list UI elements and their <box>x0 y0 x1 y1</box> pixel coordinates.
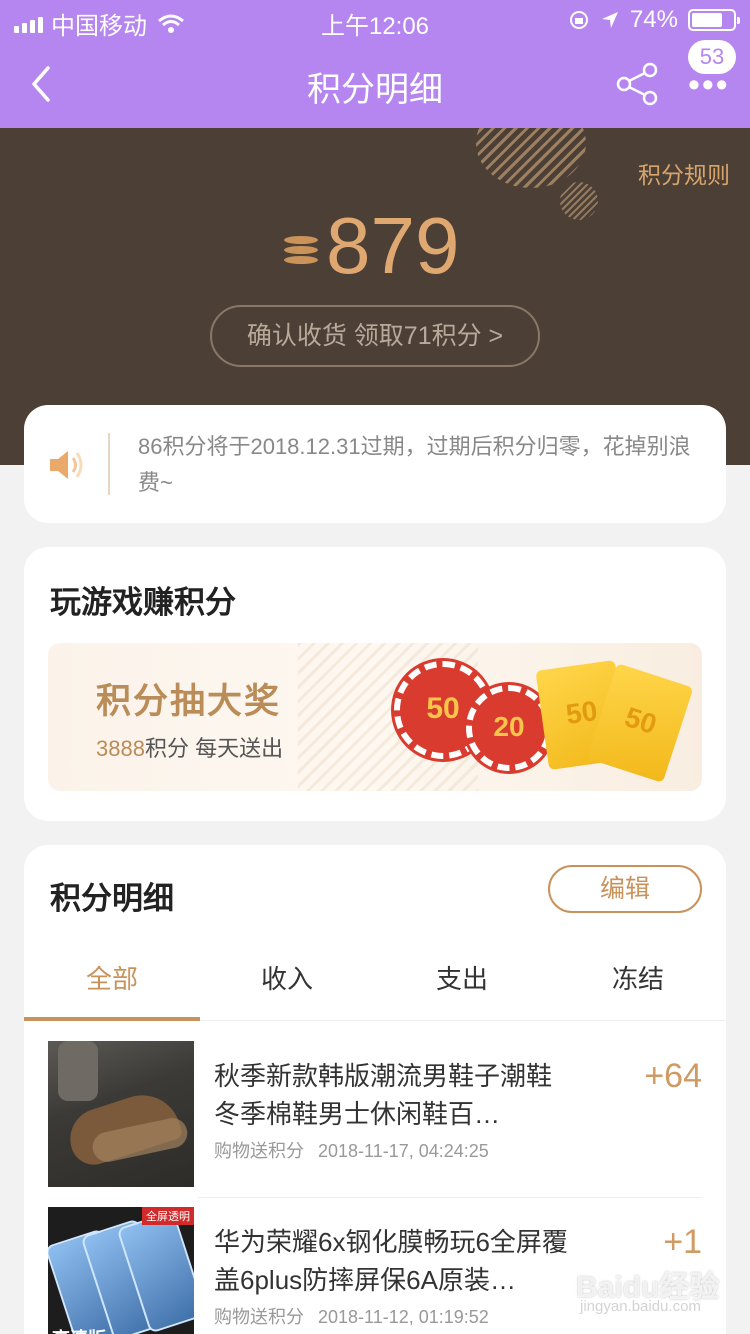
list-item[interactable]: 秋季新款韩版潮流男鞋子潮鞋冬季棉鞋男士休闲鞋百… 购物送积分 2018-11-17… <box>24 1041 726 1201</box>
product-name: 秋季新款韩版潮流男鞋子潮鞋冬季棉鞋男士休闲鞋百… <box>214 1061 553 1129</box>
status-bar: 中国移动 上午12:06 74% <box>0 0 750 40</box>
banner-subtitle-number: 3888 <box>96 736 145 761</box>
tab-frozen[interactable]: 冻结 <box>550 955 726 1003</box>
ticket-value: 50 <box>621 701 661 741</box>
record-meta: 购物送积分 2018-11-17, 04:24:25 <box>214 1137 489 1163</box>
product-name: 华为荣耀6x钢化膜畅玩6全屏覆盖6plus防摔屏保6A原装… <box>214 1227 568 1295</box>
coin-stack-icon <box>284 236 318 272</box>
edit-button[interactable]: 编辑 <box>548 865 702 913</box>
points-delta: +1 <box>663 1223 702 1261</box>
location-icon <box>601 12 618 28</box>
battery-percent: 74% <box>629 6 678 33</box>
tab-all[interactable]: 全部 <box>24 955 200 1003</box>
decor-circle-small <box>560 182 598 220</box>
lottery-banner[interactable]: 积分抽大奖 3888积分 每天送出 50 20 50 50 <box>48 643 702 791</box>
points-delta: +64 <box>644 1057 702 1095</box>
record-meta: 购物送积分 2018-11-12, 01:19:52 <box>214 1303 489 1329</box>
section-title: 玩游戏赚积分 <box>50 585 236 620</box>
top-bar: 中国移动 上午12:06 74% 积分明细 53 ••• <box>0 0 750 128</box>
section-title: 积分明细 <box>50 881 174 916</box>
record-type: 购物送积分 <box>214 1307 304 1327</box>
battery-fill <box>692 13 722 27</box>
thumbnail-tag: 全屏透明 <box>142 1207 194 1225</box>
points-detail-card: 积分明细 编辑 全部 收入 支出 冻结 秋季新款韩版潮流男鞋子潮鞋冬季棉鞋男士休… <box>24 845 726 1334</box>
expiry-notice: 86积分将于2018.12.31过期，过期后积分归零，花掉别浪费~ <box>24 405 726 523</box>
active-tab-indicator <box>24 1017 200 1021</box>
banner-subtitle: 3888积分 每天送出 <box>96 731 283 763</box>
divider <box>108 433 110 495</box>
record-type: 购物送积分 <box>214 1141 304 1161</box>
tab-expense[interactable]: 支出 <box>374 955 550 1003</box>
points-total: 879 <box>326 201 460 290</box>
watermark-url: jingyan.baidu.com <box>580 1298 701 1315</box>
speaker-icon <box>50 451 83 479</box>
filter-tabs: 全部 收入 支出 冻结 <box>24 955 726 1021</box>
record-time: 2018-11-12, 01:19:52 <box>318 1307 489 1327</box>
banner-subtitle-text: 积分 每天送出 <box>144 736 284 761</box>
record-time: 2018-11-17, 04:24:25 <box>318 1141 489 1161</box>
tab-income[interactable]: 收入 <box>199 955 375 1003</box>
banner-title: 积分抽大奖 <box>96 682 282 721</box>
more-icon[interactable]: ••• <box>688 68 730 102</box>
expiry-notice-text: 86积分将于2018.12.31过期，过期后积分归零，花掉别浪费~ <box>138 434 691 495</box>
chip-value: 20 <box>493 711 525 742</box>
thumbnail-label: 高清版 <box>52 1325 106 1334</box>
divider <box>198 1197 702 1198</box>
points-rules-link[interactable]: 积分规则 <box>638 156 730 190</box>
product-thumbnail <box>48 1041 194 1187</box>
earn-points-game-card: 玩游戏赚积分 积分抽大奖 3888积分 每天送出 50 20 50 50 <box>24 547 726 821</box>
battery-icon <box>688 9 740 31</box>
nav-bar: 积分明细 53 ••• <box>0 40 750 128</box>
rotation-lock-icon <box>569 11 588 29</box>
share-icon[interactable] <box>616 62 660 106</box>
product-thumbnail: 全屏透明 高清版 <box>48 1207 194 1334</box>
decor-circle <box>476 128 586 188</box>
confirm-receipt-button[interactable]: 确认收货 领取71积分 > <box>210 305 540 367</box>
